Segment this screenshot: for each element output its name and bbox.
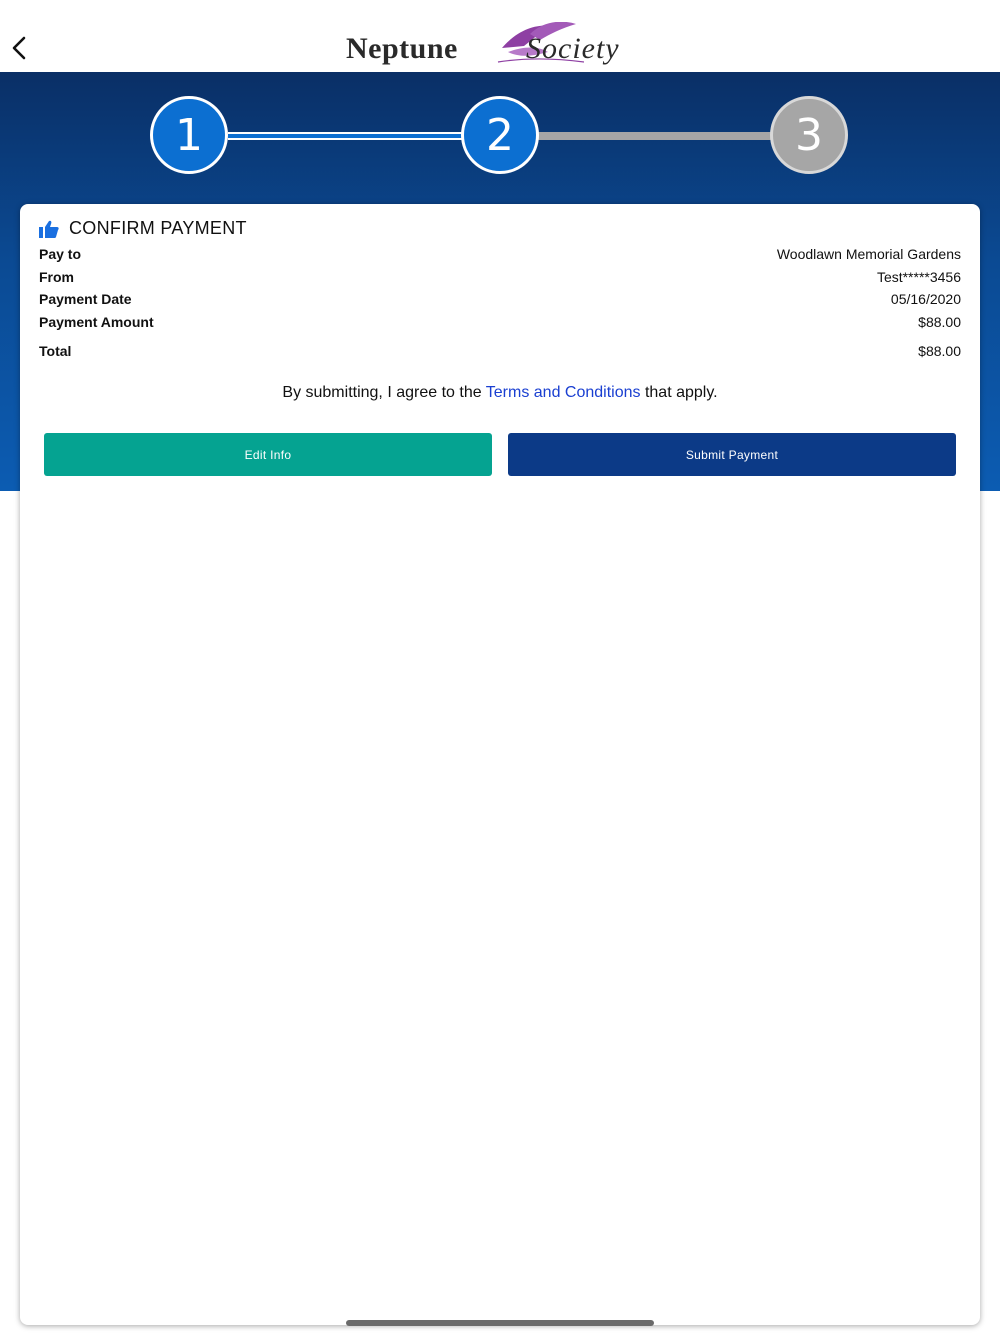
top-bar: Neptune Society (0, 0, 1000, 72)
edit-info-button[interactable]: Edit Info (44, 433, 492, 476)
confirm-payment-card: CONFIRM PAYMENT Pay to Woodlawn Memorial… (20, 204, 980, 1325)
total-label: Total (39, 343, 72, 359)
payment-date-label: Payment Date (39, 291, 132, 307)
neptune-society-logo: Neptune Society (344, 22, 656, 68)
payment-amount-label: Payment Amount (39, 314, 154, 330)
stepper-line-pending (538, 132, 772, 140)
row-payment-amount: Payment Amount $88.00 (39, 314, 961, 330)
terms-agreement: By submitting, I agree to the Terms and … (20, 384, 980, 402)
from-value: Test*****3456 (876, 269, 961, 285)
payment-amount-value: $88.00 (918, 314, 961, 330)
step-3: 3 (770, 96, 848, 174)
step-2: 2 (461, 96, 539, 174)
logo-word-society: Society (526, 32, 620, 65)
pay-to-label: Pay to (39, 246, 82, 262)
back-button[interactable] (8, 30, 32, 66)
agree-prefix: By submitting, I agree to the (282, 384, 486, 401)
pay-to-value: Woodlawn Memorial Gardens (776, 246, 961, 262)
chevron-left-icon (12, 36, 26, 60)
payment-date-value: 05/16/2020 (890, 291, 961, 307)
logo-word-neptune: Neptune (346, 32, 458, 65)
home-indicator[interactable] (346, 1320, 654, 1326)
agree-suffix: that apply. (640, 384, 718, 401)
row-pay-to: Pay to Woodlawn Memorial Gardens (39, 246, 961, 262)
terms-and-conditions-link[interactable]: Terms and Conditions (486, 384, 641, 401)
stepper-line-complete (228, 132, 462, 140)
card-title: CONFIRM PAYMENT (39, 218, 247, 239)
from-label: From (39, 269, 74, 285)
thumbs-up-icon (39, 220, 59, 238)
progress-stepper: 1 2 3 (150, 96, 850, 176)
row-from: From Test*****3456 (39, 269, 961, 285)
row-payment-date: Payment Date 05/16/2020 (39, 291, 961, 307)
total-value: $88.00 (918, 343, 961, 359)
step-1: 1 (150, 96, 228, 174)
submit-payment-button[interactable]: Submit Payment (508, 433, 956, 476)
row-total: Total $88.00 (39, 343, 961, 359)
confirm-payment-title: CONFIRM PAYMENT (69, 218, 247, 238)
